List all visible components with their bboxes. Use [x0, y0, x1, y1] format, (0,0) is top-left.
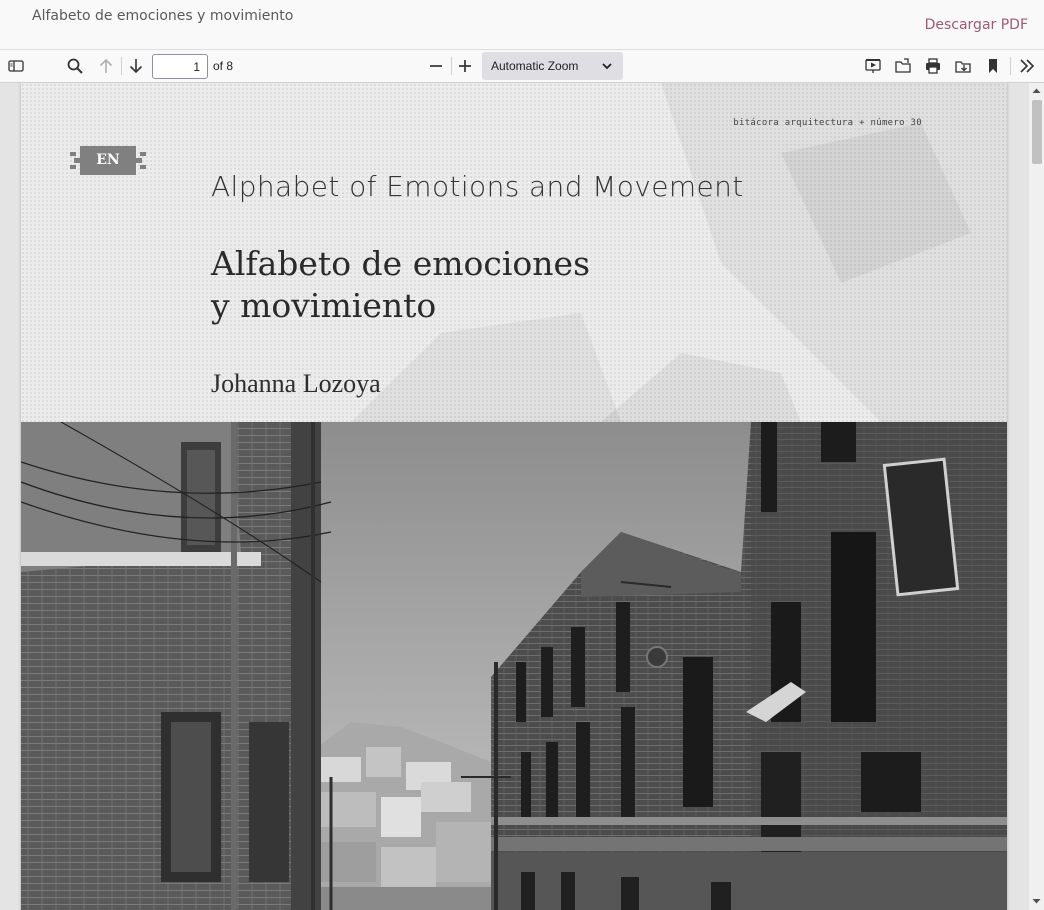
zoom-select[interactable]: Automatic Zoom [482, 52, 623, 80]
plus-icon [459, 60, 471, 72]
presentation-mode-icon[interactable] [860, 54, 886, 78]
scrollbar-thumb[interactable] [1032, 100, 1042, 164]
arrow-down-icon [129, 59, 143, 74]
scroll-down-icon[interactable] [1031, 896, 1042, 906]
sidebar-toggle-icon[interactable] [3, 54, 29, 78]
spanish-title-line-2: y movimiento [211, 286, 437, 325]
page-header: bitácora arquitectura + número 30 EN Alp… [21, 83, 1007, 422]
search-icon[interactable] [62, 54, 88, 78]
download-pdf-link[interactable]: Descargar PDF [925, 17, 1028, 33]
author-name: Johanna Lozoya [211, 369, 381, 398]
pdf-viewer[interactable]: bitácora arquitectura + número 30 EN Alp… [0, 83, 1044, 910]
scroll-up-icon[interactable] [1031, 86, 1042, 96]
page-number-input[interactable] [152, 54, 208, 79]
open-file-icon[interactable] [890, 54, 916, 78]
download-icon[interactable] [950, 54, 976, 78]
journal-line: bitácora arquitectura + número 30 [733, 118, 922, 128]
page-count-label: of 8 [213, 59, 234, 73]
street-photo-image [21, 422, 1007, 910]
pdf-page: bitácora arquitectura + número 30 EN Alp… [21, 83, 1007, 910]
english-title: Alphabet of Emotions and Movement [211, 170, 744, 203]
spanish-title-line-1: Alfabeto de emociones [211, 244, 591, 283]
arrow-up-icon [99, 58, 113, 73]
zoom-out-button[interactable] [423, 54, 449, 78]
pdf-toolbar: of 8 Automatic Zoom [0, 50, 1044, 83]
minus-icon [430, 65, 442, 67]
toolbar-divider [1010, 57, 1011, 75]
zoom-select-value: Automatic Zoom [491, 59, 579, 73]
document-title: Alfabeto de emociones y movimiento [32, 8, 294, 24]
previous-page-button[interactable] [93, 54, 119, 78]
print-icon[interactable] [920, 54, 946, 78]
zoom-in-button[interactable] [452, 54, 478, 78]
language-badge: EN [96, 152, 120, 168]
vertical-scrollbar[interactable] [1029, 83, 1044, 910]
bookmark-icon[interactable] [980, 54, 1006, 78]
next-page-button[interactable] [123, 54, 149, 78]
top-header: Alfabeto de emociones y movimiento Desca… [0, 0, 1044, 50]
chevron-down-icon [602, 63, 612, 70]
toolbar-divider [121, 57, 122, 75]
spanish-title: Alfabeto de emociones y movimiento [211, 243, 590, 327]
double-chevron-right-icon[interactable] [1014, 54, 1040, 78]
